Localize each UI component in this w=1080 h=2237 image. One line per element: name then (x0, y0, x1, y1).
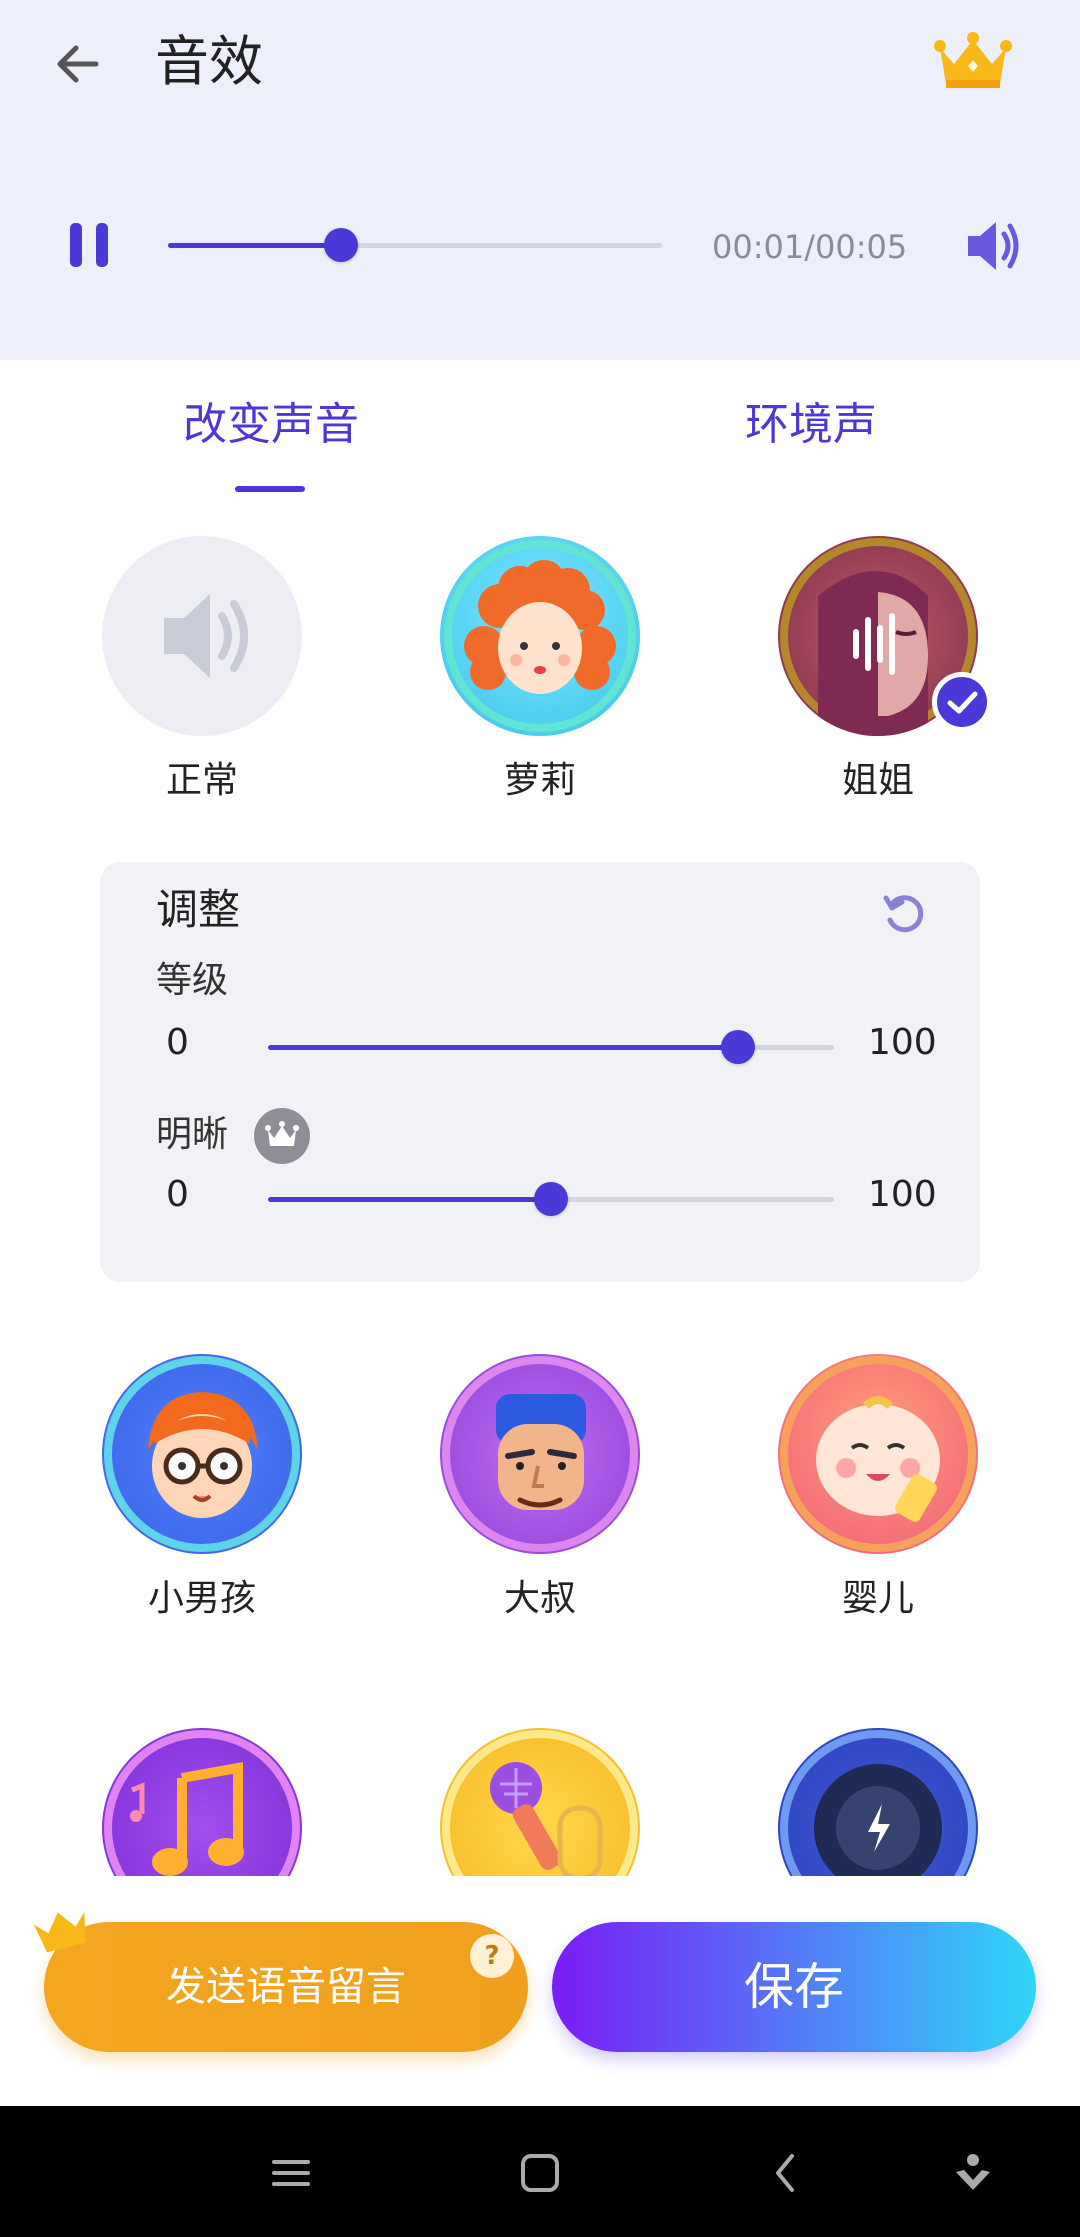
level-thumb[interactable] (720, 1030, 755, 1064)
effect-label: 姐姐 (841, 760, 914, 801)
volume-icon[interactable] (962, 218, 1022, 274)
crown-icon[interactable] (930, 28, 1016, 98)
baby-avatar (778, 1354, 978, 1554)
player-header: 音效 00:01/00:05 (0, 0, 1080, 360)
adjust-title: 调整 (156, 885, 241, 934)
tab-indicator (235, 486, 305, 492)
assistant-icon[interactable] (948, 2148, 998, 2198)
reset-icon[interactable] (880, 890, 930, 940)
home-icon[interactable] (515, 2148, 565, 2198)
effect-music[interactable] (102, 1728, 302, 1876)
voice-message-button[interactable]: 发送语音留言 (44, 1922, 528, 2052)
effect-sister[interactable]: 姐姐 (778, 536, 978, 804)
effect-loli[interactable]: 萝莉 (440, 536, 640, 804)
effect-label: 萝莉 (503, 760, 576, 801)
selected-check-icon (932, 672, 992, 732)
boy-avatar (102, 1354, 302, 1554)
effect-normal[interactable]: 正常 (102, 536, 302, 804)
adjust-panel: 调整 等级 0 100 明晰 0 100 (100, 862, 980, 1282)
tab-change-voice[interactable]: 改变声音 (183, 395, 359, 455)
pause-button[interactable] (60, 215, 120, 275)
premium-crown-icon (254, 1108, 310, 1164)
speed-dial-avatar (778, 1728, 978, 1876)
tab-ambient[interactable]: 环境声 (745, 395, 877, 455)
playback-thumb[interactable] (323, 228, 358, 262)
effect-label: 婴儿 (841, 1578, 914, 1619)
effect-boy[interactable]: 小男孩 (102, 1354, 302, 1622)
clarity-label: 明晰 (156, 1114, 229, 1155)
page-title: 音效 (155, 30, 263, 93)
level-label: 等级 (156, 960, 229, 1001)
playback-time: 00:01/00:05 (712, 228, 908, 266)
effect-dial[interactable] (778, 1728, 978, 1876)
curly-girl-avatar (440, 536, 640, 736)
playback-slider[interactable] (168, 228, 662, 262)
effect-label: 小男孩 (147, 1578, 256, 1619)
microphone-avatar (440, 1728, 640, 1876)
effect-label: 大叔 (503, 1578, 576, 1619)
effect-label: 正常 (165, 760, 238, 801)
clarity-max: 100 (868, 1174, 937, 1215)
speaker-icon (102, 536, 302, 736)
effect-uncle[interactable]: 大叔 (440, 1354, 640, 1622)
effect-mic[interactable] (440, 1728, 640, 1876)
crown-icon (33, 1912, 86, 1953)
save-button[interactable]: 保存 (552, 1922, 1036, 2052)
clarity-min: 0 (166, 1174, 189, 1215)
clarity-thumb[interactable] (534, 1182, 568, 1216)
help-icon[interactable]: ? (470, 1934, 514, 1978)
system-nav-bar (0, 2106, 1080, 2237)
level-slider[interactable] (268, 1030, 834, 1064)
clarity-slider[interactable] (268, 1182, 834, 1216)
effect-baby[interactable]: 婴儿 (778, 1354, 978, 1622)
music-note-avatar (102, 1728, 302, 1876)
uncle-avatar (440, 1354, 640, 1554)
back-icon[interactable] (762, 2148, 812, 2198)
back-arrow-icon[interactable] (40, 28, 120, 108)
menu-icon[interactable] (266, 2148, 316, 2198)
level-min: 0 (166, 1022, 189, 1063)
effects-row3 (0, 1720, 1080, 1876)
level-max: 100 (868, 1022, 937, 1063)
